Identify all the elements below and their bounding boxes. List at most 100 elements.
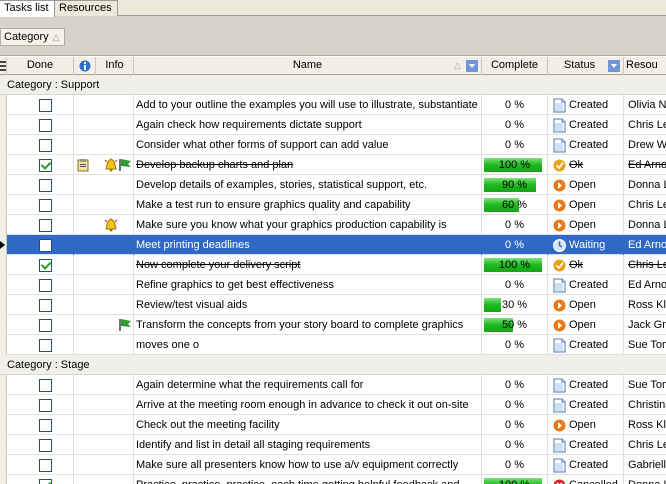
task-row[interactable]: Refine graphics to get best effectivenes… — [0, 275, 666, 295]
resource-cell[interactable]: Ed Arnol — [624, 235, 666, 255]
resource-cell[interactable]: Chris Le — [624, 255, 666, 275]
done-checkbox[interactable] — [39, 439, 52, 452]
task-name[interactable]: Transform the concepts from your story b… — [134, 315, 482, 335]
resource-cell[interactable]: Donna L — [624, 475, 666, 484]
complete-cell[interactable]: 0 % — [482, 335, 548, 355]
task-name[interactable]: Develop backup charts and plan — [134, 155, 482, 175]
column-header-status[interactable]: Status — [548, 57, 624, 75]
complete-cell[interactable]: 0 % — [482, 215, 548, 235]
task-row[interactable]: Meet printing deadlines 0 % Waiting Ed Arno… — [0, 235, 666, 255]
task-row[interactable]: Review/test visual aids 30 % Open Ross Klin — [0, 295, 666, 315]
status-cell[interactable]: Open — [548, 295, 624, 315]
task-name[interactable]: Refine graphics to get best effectivenes… — [134, 275, 482, 295]
task-name[interactable]: Develop details of examples, stories, st… — [134, 175, 482, 195]
resource-cell[interactable]: Chris Lee — [624, 435, 666, 455]
column-header-done[interactable]: Done — [7, 57, 74, 75]
task-row[interactable]: Again check how requirements dictate sup… — [0, 115, 666, 135]
task-name[interactable]: Consider what other forms of support can… — [134, 135, 482, 155]
category-group-header[interactable]: Category : Stage — [0, 355, 666, 375]
task-name[interactable]: Check out the meeting facility — [134, 415, 482, 435]
task-row[interactable]: Make a test run to ensure graphics quali… — [0, 195, 666, 215]
group-chip-category[interactable]: Category △ — [0, 28, 65, 46]
done-cell[interactable] — [7, 195, 74, 215]
done-cell[interactable] — [7, 175, 74, 195]
done-cell[interactable] — [7, 135, 74, 155]
done-cell[interactable] — [7, 235, 74, 255]
done-cell[interactable] — [7, 435, 74, 455]
column-chooser-icon[interactable] — [0, 57, 7, 75]
done-cell[interactable] — [7, 415, 74, 435]
done-cell[interactable] — [7, 455, 74, 475]
done-cell[interactable] — [7, 295, 74, 315]
complete-cell[interactable]: 0 % — [482, 395, 548, 415]
done-checkbox[interactable] — [39, 419, 52, 432]
status-cell[interactable]: Created — [548, 435, 624, 455]
done-cell[interactable] — [7, 395, 74, 415]
task-row[interactable]: moves one o 0 % Created Sue Tom — [0, 335, 666, 355]
done-checkbox[interactable] — [39, 259, 52, 272]
task-row[interactable]: Again determine what the requirements ca… — [0, 375, 666, 395]
complete-cell[interactable]: 0 % — [482, 375, 548, 395]
task-name[interactable]: Make sure all presenters know how to use… — [134, 455, 482, 475]
complete-cell[interactable]: 50 % — [482, 315, 548, 335]
done-checkbox[interactable] — [39, 179, 52, 192]
resource-cell[interactable]: Donna Le — [624, 175, 666, 195]
tab-tasks-list[interactable]: Tasks list — [0, 0, 55, 17]
complete-cell[interactable]: 0 % — [482, 415, 548, 435]
resource-cell[interactable]: Ed Arnol — [624, 155, 666, 175]
done-checkbox[interactable] — [39, 279, 52, 292]
complete-cell[interactable]: 0 % — [482, 95, 548, 115]
done-checkbox[interactable] — [39, 219, 52, 232]
task-name[interactable]: Meet printing deadlines — [134, 235, 482, 255]
complete-cell[interactable]: 0 % — [482, 235, 548, 255]
done-checkbox[interactable] — [39, 199, 52, 212]
task-row[interactable]: Develop details of examples, stories, st… — [0, 175, 666, 195]
done-checkbox[interactable] — [39, 299, 52, 312]
resource-cell[interactable]: Sue Tom — [624, 335, 666, 355]
done-cell[interactable] — [7, 215, 74, 235]
task-row[interactable]: Identify and list in detail all staging … — [0, 435, 666, 455]
complete-cell[interactable]: 0 % — [482, 135, 548, 155]
status-cell[interactable]: Created — [548, 135, 624, 155]
resource-cell[interactable]: Chris Lee — [624, 195, 666, 215]
status-cell[interactable]: Created — [548, 455, 624, 475]
done-cell[interactable] — [7, 95, 74, 115]
resource-cell[interactable]: Jack Gra — [624, 315, 666, 335]
task-name[interactable]: Arrive at the meeting room enough in adv… — [134, 395, 482, 415]
resource-cell[interactable]: Ed Arnol — [624, 275, 666, 295]
status-cell[interactable]: Open — [548, 175, 624, 195]
complete-cell[interactable]: 100 % — [482, 475, 548, 484]
task-name[interactable]: Identify and list in detail all staging … — [134, 435, 482, 455]
status-cell[interactable]: Ok — [548, 255, 624, 275]
task-row[interactable]: Make sure you know what your graphics pr… — [0, 215, 666, 235]
task-row[interactable]: Consider what other forms of support can… — [0, 135, 666, 155]
task-row[interactable]: Arrive at the meeting room enough in adv… — [0, 395, 666, 415]
status-cell[interactable]: Created — [548, 395, 624, 415]
resource-cell[interactable]: Ross Klin — [624, 415, 666, 435]
complete-cell[interactable]: 0 % — [482, 435, 548, 455]
task-row[interactable]: Transform the concepts from your story b… — [0, 315, 666, 335]
column-header-info-icon[interactable] — [74, 57, 96, 75]
task-row[interactable]: Add to your outline the examples you wil… — [0, 95, 666, 115]
task-row[interactable]: Check out the meeting facility 0 % Open Ros… — [0, 415, 666, 435]
status-cell[interactable]: Open — [548, 215, 624, 235]
complete-cell[interactable]: 0 % — [482, 275, 548, 295]
done-checkbox[interactable] — [39, 479, 52, 484]
task-row[interactable]: Practice, practice, practice, each time … — [0, 475, 666, 484]
status-cell[interactable]: Created — [548, 115, 624, 135]
resource-cell[interactable]: Donna Le — [624, 215, 666, 235]
done-checkbox[interactable] — [39, 459, 52, 472]
status-cell[interactable]: Cancelled — [548, 475, 624, 484]
done-cell[interactable] — [7, 255, 74, 275]
done-checkbox[interactable] — [39, 99, 52, 112]
status-cell[interactable]: Created — [548, 375, 624, 395]
complete-cell[interactable]: 0 % — [482, 455, 548, 475]
resource-cell[interactable]: Chris Lee — [624, 115, 666, 135]
filter-dropdown-icon[interactable] — [608, 60, 620, 72]
done-cell[interactable] — [7, 115, 74, 135]
complete-cell[interactable]: 0 % — [482, 115, 548, 135]
done-cell[interactable] — [7, 375, 74, 395]
status-cell[interactable]: Open — [548, 315, 624, 335]
task-name[interactable]: Make sure you know what your graphics pr… — [134, 215, 482, 235]
done-cell[interactable] — [7, 275, 74, 295]
